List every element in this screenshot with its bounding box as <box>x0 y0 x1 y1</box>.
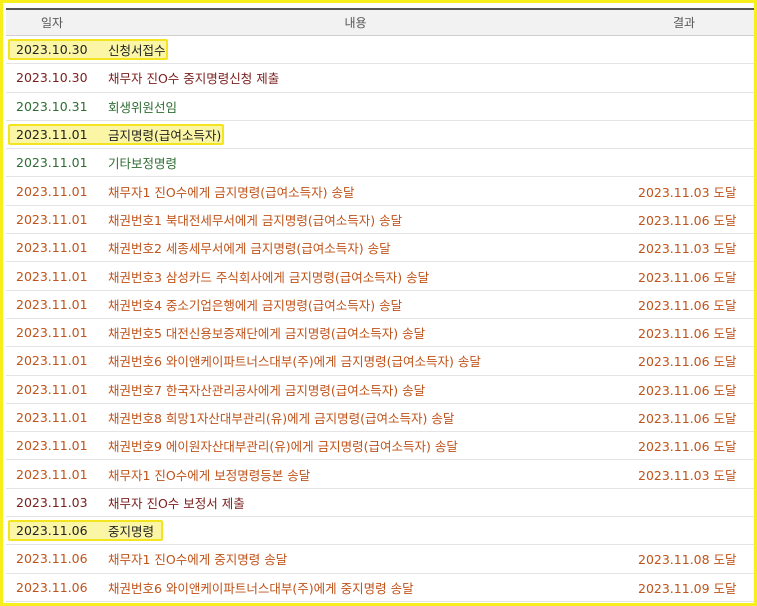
row-result: 2023.11.06 도달 <box>638 382 737 398</box>
row-date: 2023.11.01 <box>16 240 88 256</box>
row-date: 2023.10.31 <box>16 98 88 114</box>
row-content: 채권번호6 와이앤케이파트너스대부(주)에게 금지명령(급여소득자) 송달 <box>108 354 481 370</box>
table-row: 2023.11.01 채권번호1 북대전세무서에게 금지명령(급여소득자) 송달 2… <box>6 206 754 235</box>
table-row: 2023.11.06 채권번호6 와이앤케이파트너스대부(주)에게 중지명령 송달… <box>6 574 754 602</box>
table-row: 2023.10.31 회생위원선임 <box>6 93 754 121</box>
table-row: 2023.11.06 중지명령 <box>6 517 754 546</box>
table-body: 2023.10.30 신청서접수 2023.10.30 채무자 진O수 중지명령신청 … <box>6 36 754 602</box>
table-row: 2023.10.30 신청서접수 <box>6 36 754 65</box>
row-date: 2023.10.30 <box>16 42 88 58</box>
row-date: 2023.11.01 <box>16 381 88 397</box>
row-content: 금지명령(급여소득자) <box>108 128 222 144</box>
row-date: 2023.11.01 <box>16 410 88 425</box>
case-progress-table: 일자 내용 결과 2023.10.30 신청서접수 2023.10.30 채무자 진O… <box>6 8 754 602</box>
row-content: 채권번호8 희망1자산대부관리(유)에게 금지명령(급여소득자) 송달 <box>108 411 455 426</box>
row-content: 채무자1 진O수에게 금지명령(급여소득자) 송달 <box>108 184 355 200</box>
row-result: 2023.11.03 도달 <box>638 467 737 483</box>
row-content: 채무자 진O수 중지명령신청 제출 <box>108 71 280 87</box>
row-date: 2023.11.06 <box>16 551 88 567</box>
row-result: 2023.11.06 도달 <box>638 297 737 313</box>
row-date: 2023.11.06 <box>16 523 88 539</box>
row-date: 2023.10.30 <box>16 70 88 86</box>
row-result: 2023.11.08 도달 <box>638 552 737 568</box>
row-content: 중지명령 <box>108 524 155 540</box>
table-row: 2023.11.01 채무자1 진O수에게 보정명령등본 송달 2023.11.03… <box>6 460 754 489</box>
table-row: 2023.11.01 채권번호8 희망1자산대부관리(유)에게 금지명령(급여소득… <box>6 404 754 433</box>
row-date: 2023.11.01 <box>16 353 88 369</box>
table-header: 일자 내용 결과 <box>6 8 754 36</box>
table-row: 2023.11.01 채권번호5 대전신용보증재단에게 금지명령(급여소득자) 송… <box>6 319 754 348</box>
row-result: 2023.11.09 도달 <box>638 580 737 596</box>
header-result: 결과 <box>672 16 696 30</box>
row-content: 채권번호6 와이앤케이파트너스대부(주)에게 중지명령 송달 <box>108 580 414 596</box>
row-date: 2023.11.01 <box>16 183 88 199</box>
row-date: 2023.11.01 <box>16 155 88 171</box>
row-date: 2023.11.01 <box>16 127 88 143</box>
row-result: 2023.11.06 도달 <box>638 354 737 370</box>
header-content: 내용 <box>344 16 367 30</box>
table-row: 2023.11.01 채권번호2 세종세무서에게 금지명령(급여소득자) 송달 20… <box>6 234 754 263</box>
row-date: 2023.11.01 <box>16 211 88 227</box>
row-result: 2023.11.06 도달 <box>638 439 737 455</box>
row-content: 채권번호9 에이원자산대부관리(유)에게 금지명령(급여소득자) 송달 <box>108 439 458 455</box>
row-date: 2023.11.01 <box>16 296 88 312</box>
table-row: 2023.11.01 기타보정명령 <box>6 149 754 178</box>
row-result: 2023.11.06 도달 <box>638 269 737 285</box>
row-result: 2023.11.03 도달 <box>638 184 737 200</box>
case-progress-frame: 일자 내용 결과 2023.10.30 신청서접수 2023.10.30 채무자 진O… <box>0 0 757 606</box>
row-content: 채무자1 진O수에게 보정명령등본 송달 <box>108 467 311 483</box>
row-result: 2023.11.03 도달 <box>638 241 737 257</box>
table-row: 2023.11.01 채무자1 진O수에게 금지명령(급여소득자) 송달 2023.… <box>6 177 754 206</box>
row-content: 채권번호1 북대전세무서에게 금지명령(급여소득자) 송달 <box>108 212 403 228</box>
row-content: 채권번호7 한국자산관리공사에게 금지명령(급여소득자) 송달 <box>108 382 426 398</box>
header-date: 일자 <box>40 16 64 30</box>
table-row: 2023.11.01 채권번호3 삼성카드 주식회사에게 금지명령(급여소득자) … <box>6 262 754 291</box>
row-date: 2023.11.01 <box>16 268 88 284</box>
row-content: 신청서접수 <box>108 43 166 59</box>
table-row: 2023.11.03 채무자 진O수 보정서 제출 <box>6 489 754 518</box>
row-date: 2023.11.03 <box>16 494 88 510</box>
row-result: 2023.11.06 도달 <box>638 212 737 228</box>
row-content: 채권번호2 세종세무서에게 금지명령(급여소득자) 송달 <box>108 241 391 257</box>
row-date: 2023.11.01 <box>16 466 88 482</box>
row-result: 2023.11.06 도달 <box>638 326 737 342</box>
table-row: 2023.11.01 채권번호4 중소기업은행에게 금지명령(급여소득자) 송달 2… <box>6 291 754 319</box>
row-content: 채무자1 진O수에게 중지명령 송달 <box>108 552 288 568</box>
table-row: 2023.11.01 채권번호9 에이원자산대부관리(유)에게 금지명령(급여소득… <box>6 432 754 461</box>
table-row: 2023.11.01 채권번호6 와이앤케이파트너스대부(주)에게 금지명령(급여… <box>6 347 754 376</box>
table-row: 2023.11.06 채무자1 진O수에게 중지명령 송달 2023.11.08 도… <box>6 545 754 574</box>
row-content: 기타보정명령 <box>108 156 178 172</box>
row-content: 채권번호3 삼성카드 주식회사에게 금지명령(급여소득자) 송달 <box>108 269 430 285</box>
row-content: 회생위원선임 <box>108 99 178 115</box>
row-content: 채권번호5 대전신용보증재단에게 금지명령(급여소득자) 송달 <box>108 326 426 342</box>
table-row: 2023.11.01 채권번호7 한국자산관리공사에게 금지명령(급여소득자) 송… <box>6 376 754 404</box>
row-date: 2023.11.06 <box>16 579 88 595</box>
row-content: 채권번호4 중소기업은행에게 금지명령(급여소득자) 송달 <box>108 297 403 313</box>
row-content: 채무자 진O수 보정서 제출 <box>108 495 245 511</box>
table-row: 2023.10.30 채무자 진O수 중지명령신청 제출 <box>6 64 754 93</box>
row-date: 2023.11.01 <box>16 438 88 454</box>
row-date: 2023.11.01 <box>16 325 88 341</box>
row-result: 2023.11.06 도달 <box>638 411 737 426</box>
table-row: 2023.11.01 금지명령(급여소득자) <box>6 121 754 150</box>
